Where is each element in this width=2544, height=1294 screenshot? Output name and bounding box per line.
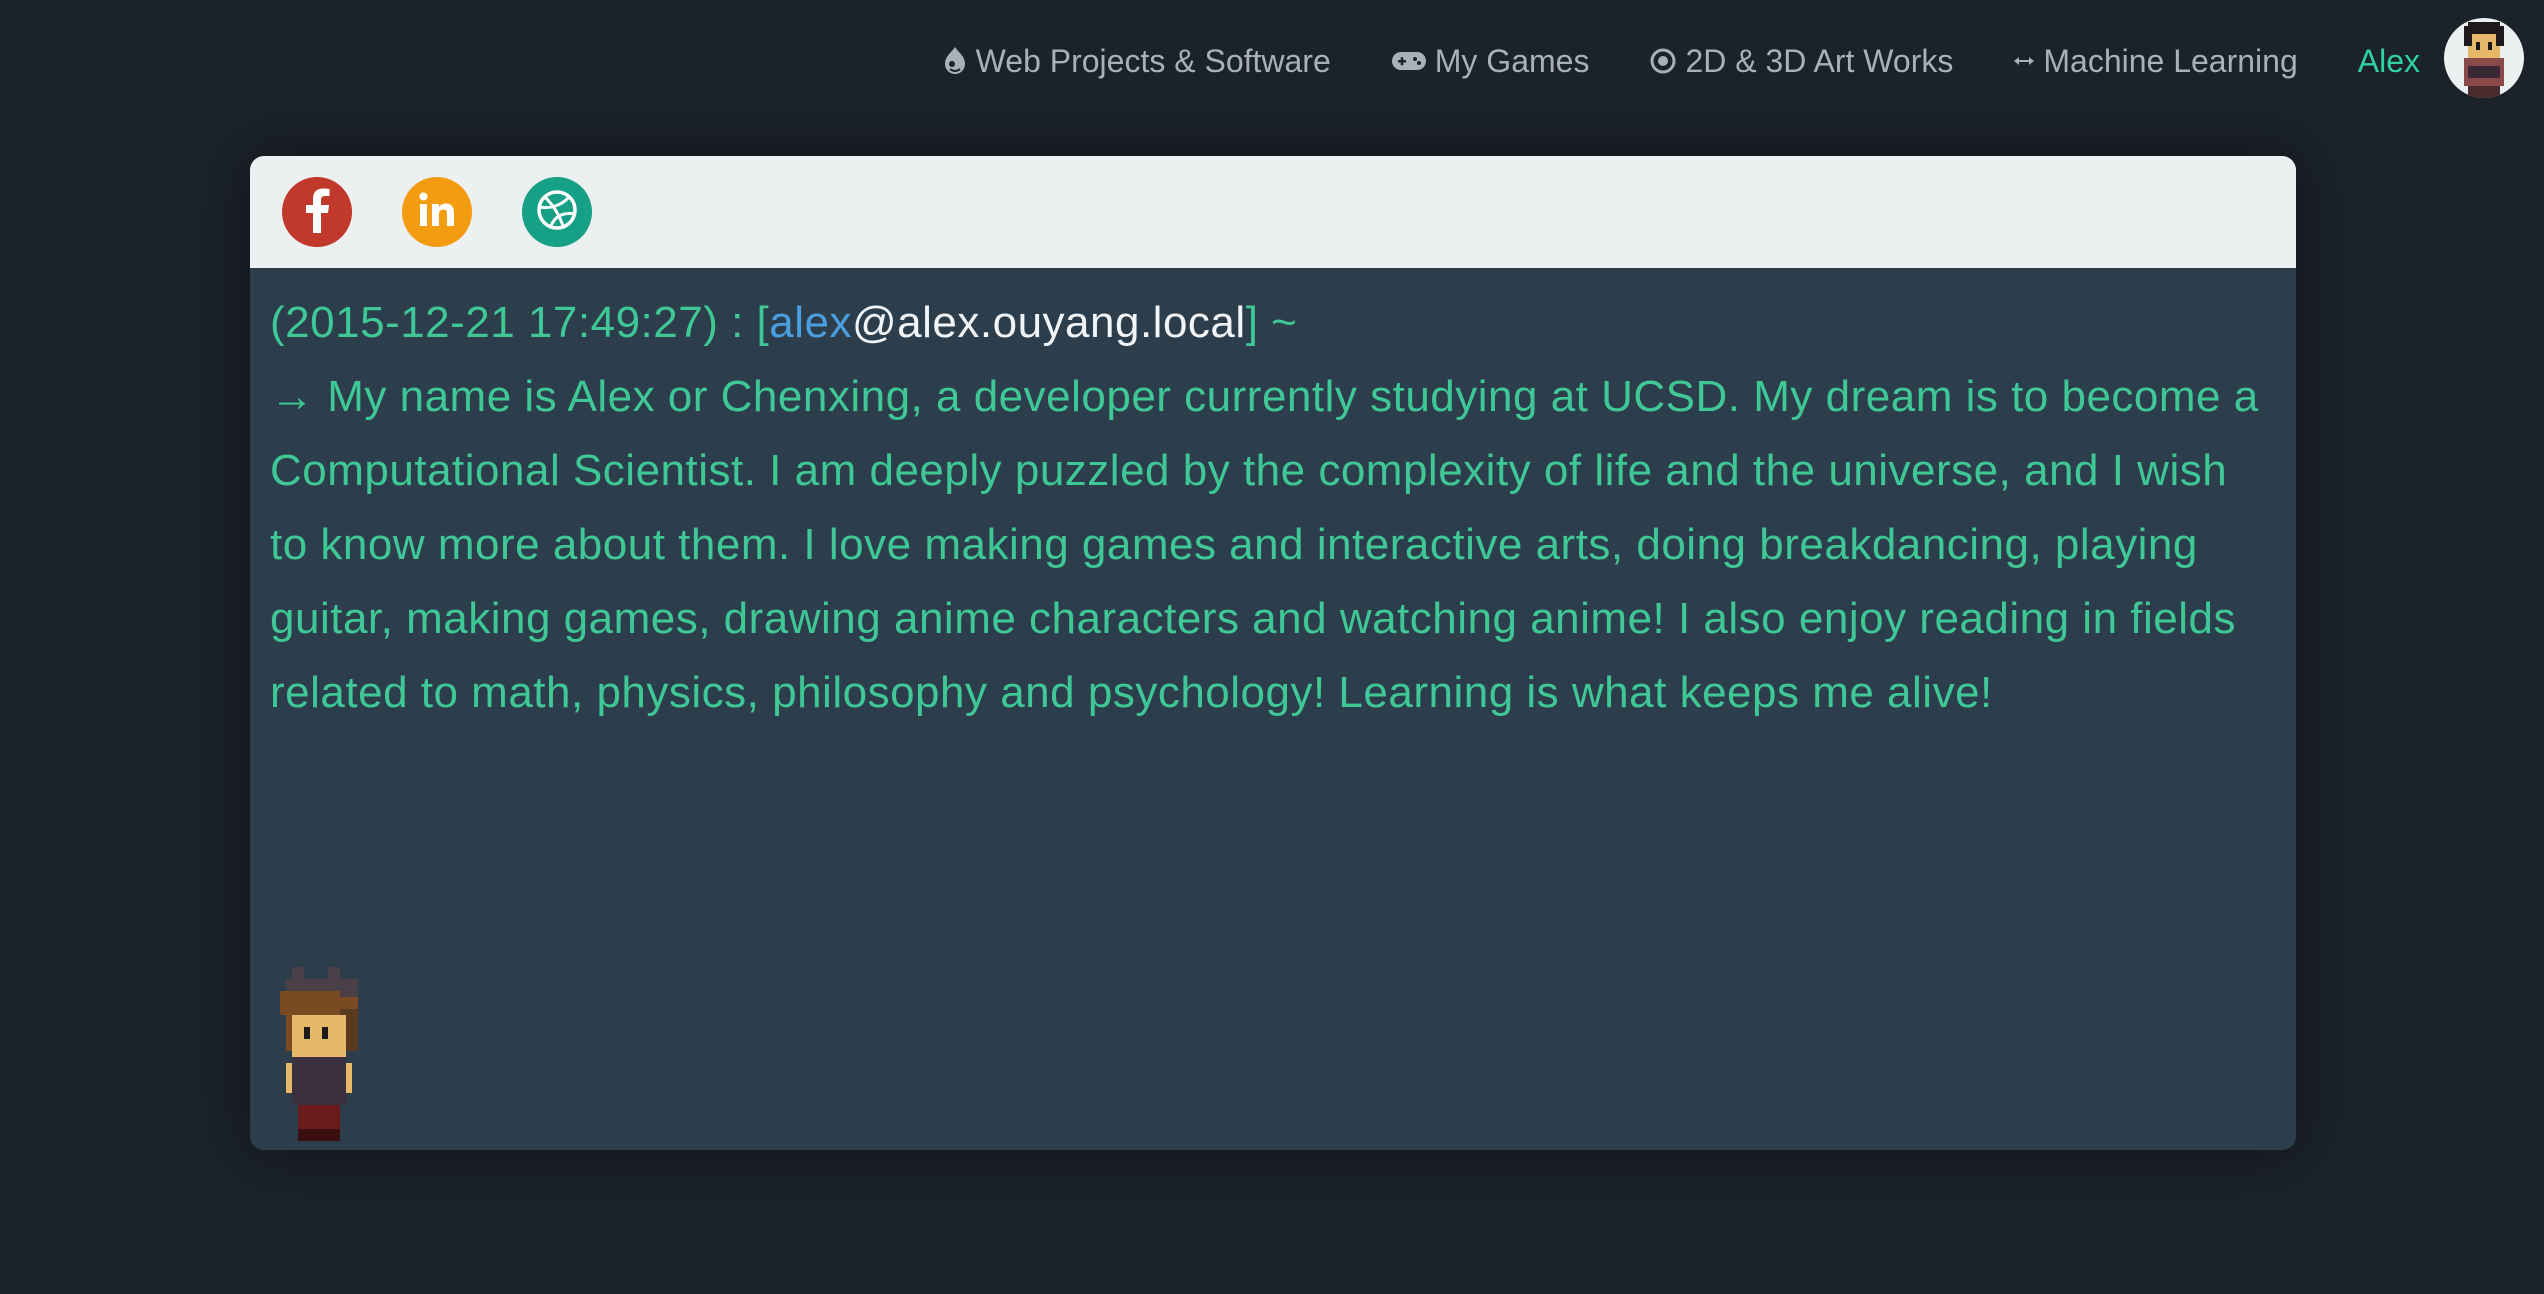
social-links-bar (250, 156, 2296, 268)
nav-art-works-label: 2D & 3D Art Works (1685, 42, 1954, 79)
facebook-button[interactable] (282, 177, 352, 247)
linkedin-icon (417, 190, 457, 235)
terminal-output: (2015-12-21 17:49:27) : [alex@alex.ouyan… (250, 268, 2296, 730)
arrow-icon: → (270, 372, 315, 421)
bio-text: My name is Alex or Chenxing, a developer… (270, 372, 2259, 717)
prompt-suffix: ] ~ (1245, 298, 1298, 347)
gamepad-icon (1391, 49, 1427, 73)
nav-machine-learning-label: Machine Learning (2043, 42, 2298, 79)
top-navigation: Web Projects & Software My Games 2D & 3D… (0, 0, 2544, 98)
prompt-timestamp: (2015-12-21 17:49:27) (270, 298, 719, 347)
bio-message: → My name is Alex or Chenxing, a develop… (270, 360, 2276, 730)
facebook-icon (302, 187, 332, 238)
prompt-line: (2015-12-21 17:49:27) : [alex@alex.ouyan… (270, 286, 2276, 360)
prompt-separator: : [ (718, 298, 770, 347)
dribbble-icon (535, 188, 579, 237)
nav-art-works[interactable]: 2D & 3D Art Works (1649, 43, 1953, 80)
pixel-character-image (280, 967, 400, 1146)
dribbble-button[interactable] (522, 177, 592, 247)
nav-my-games[interactable]: My Games (1391, 42, 1590, 80)
nav-machine-learning[interactable]: Machine Learning (2013, 42, 2298, 80)
nav-web-projects[interactable]: Web Projects & Software (942, 43, 1331, 80)
prompt-host: @alex.ouyang.local (852, 298, 1246, 347)
terminal-panel: (2015-12-21 17:49:27) : [alex@alex.ouyan… (250, 156, 2296, 1150)
nav-web-projects-label: Web Projects & Software (975, 42, 1331, 79)
avatar[interactable] (2444, 18, 2524, 98)
prompt-user: alex (769, 298, 852, 347)
user-name-link[interactable]: Alex (2358, 43, 2420, 80)
nav-my-games-label: My Games (1434, 42, 1590, 79)
drupal-drop-icon (942, 46, 968, 76)
linkedin-button[interactable] (402, 177, 472, 247)
target-icon (1649, 47, 1677, 75)
nav-menu: Web Projects & Software My Games 2D & 3D… (942, 18, 2544, 98)
arrows-h-icon (2013, 54, 2035, 68)
